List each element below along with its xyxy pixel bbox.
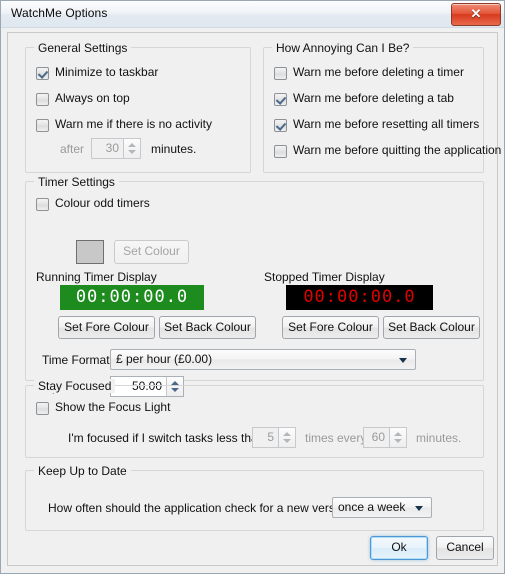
close-icon: ✕ — [470, 6, 482, 21]
group-keep-up-to-date-legend: Keep Up to Date — [34, 464, 131, 478]
stepper-down-icon[interactable] — [283, 439, 291, 443]
stepper-down-icon[interactable] — [394, 439, 402, 443]
update-frequency-value: once a week — [338, 500, 406, 514]
stopped-timer-preview: 00:00:00.0 — [286, 285, 433, 310]
stepper-up-icon[interactable] — [394, 432, 402, 436]
checkbox-box — [274, 119, 287, 132]
chevron-down-icon — [415, 506, 423, 511]
checkbox-label: Warn me before resetting all timers — [293, 117, 480, 131]
stepper-up-icon[interactable] — [128, 143, 136, 147]
group-general-settings: General Settings Minimize to taskbar Alw… — [25, 41, 251, 173]
period-minutes-value: 60 — [371, 430, 385, 444]
checkbox-label: Warn me before deleting a timer — [293, 65, 464, 79]
chevron-down-icon — [399, 358, 407, 363]
focus-sentence-end: minutes. — [416, 431, 462, 445]
checkbox-box — [36, 93, 49, 106]
dialog-bottom-edge — [1, 568, 504, 573]
checkbox-box — [274, 145, 287, 158]
checkbox-label: Warn me if there is no activity — [55, 117, 212, 131]
dialog-inner-frame: General Settings Minimize to taskbar Alw… — [7, 32, 501, 566]
time-format-value: £ per hour (£0.00) — [116, 352, 213, 366]
running-set-fore-colour-button[interactable]: Set Fore Colour — [58, 316, 155, 339]
checkbox-box — [274, 93, 287, 106]
group-stay-focused: Stay Focused Show the Focus Light I'm fo… — [25, 379, 484, 458]
set-colour-button[interactable]: Set Colour — [114, 240, 189, 264]
update-frequency-combobox[interactable]: once a week — [332, 497, 432, 518]
inactivity-minutes-stepper[interactable]: 30 — [91, 138, 141, 159]
update-frequency-question: How often should the application check f… — [48, 501, 358, 515]
stopped-set-back-colour-button[interactable]: Set Back Colour — [383, 316, 480, 339]
checkbox-box — [36, 402, 49, 415]
stepper-up-icon[interactable] — [283, 432, 291, 436]
checkbox-label: Show the Focus Light — [55, 400, 171, 414]
title-bar: WatchMe Options ✕ — [1, 1, 504, 28]
group-general-settings-legend: General Settings — [34, 41, 132, 55]
dialog-client-area: General Settings Minimize to taskbar Alw… — [1, 28, 504, 573]
switch-count-value: 5 — [267, 430, 274, 444]
stepper-down-icon[interactable] — [128, 150, 136, 154]
checkbox-label: Colour odd timers — [55, 196, 150, 210]
window-title: WatchMe Options — [11, 6, 108, 20]
focus-sentence-middle: times every — [305, 431, 367, 445]
inactivity-minutes-value: 30 — [105, 141, 119, 155]
odd-timer-colour-swatch[interactable] — [76, 240, 104, 264]
cancel-button[interactable]: Cancel — [436, 536, 494, 560]
focus-sentence-start: I'm focused if I switch tasks less than — [68, 431, 265, 445]
stopped-timer-display-label: Stopped Timer Display — [264, 270, 385, 284]
period-minutes-stepper[interactable]: 60 — [363, 427, 407, 448]
time-format-label: Time Format — [42, 353, 110, 367]
running-timer-display-label: Running Timer Display — [36, 270, 157, 284]
stepper-arrows[interactable] — [278, 428, 295, 447]
group-timer-settings-legend: Timer Settings — [34, 175, 119, 189]
options-dialog: WatchMe Options ✕ General Settings Minim… — [0, 0, 505, 574]
switch-count-stepper[interactable]: 5 — [252, 427, 296, 448]
checkbox-label: Minimize to taskbar — [55, 65, 159, 79]
running-set-back-colour-button[interactable]: Set Back Colour — [159, 316, 256, 339]
stepper-arrows[interactable] — [389, 428, 406, 447]
after-label: after — [60, 142, 85, 156]
group-timer-settings: Timer Settings Colour odd timers Set Col… — [25, 175, 484, 397]
checkbox-label: Warn me before deleting a tab — [293, 91, 454, 105]
minutes-label: minutes. — [151, 142, 197, 156]
checkbox-box — [36, 119, 49, 132]
checkbox-label: Always on top — [55, 91, 130, 105]
stepper-arrows[interactable] — [123, 139, 140, 158]
checkbox-box — [36, 198, 49, 211]
group-keep-up-to-date: Keep Up to Date How often should the app… — [25, 464, 484, 531]
checkbox-box — [36, 67, 49, 80]
time-format-combobox[interactable]: £ per hour (£0.00) — [110, 349, 416, 370]
stopped-set-fore-colour-button[interactable]: Set Fore Colour — [282, 316, 379, 339]
checkbox-label: Warn me before quitting the application — [293, 143, 502, 157]
group-how-annoying-legend: How Annoying Can I Be? — [272, 41, 414, 55]
close-button[interactable]: ✕ — [451, 3, 501, 26]
group-stay-focused-legend: Stay Focused — [34, 379, 116, 393]
checkbox-box — [274, 67, 287, 80]
running-timer-preview: 00:00:00.0 — [60, 285, 204, 310]
group-how-annoying: How Annoying Can I Be? Warn me before de… — [263, 41, 501, 173]
ok-button[interactable]: Ok — [370, 536, 428, 560]
